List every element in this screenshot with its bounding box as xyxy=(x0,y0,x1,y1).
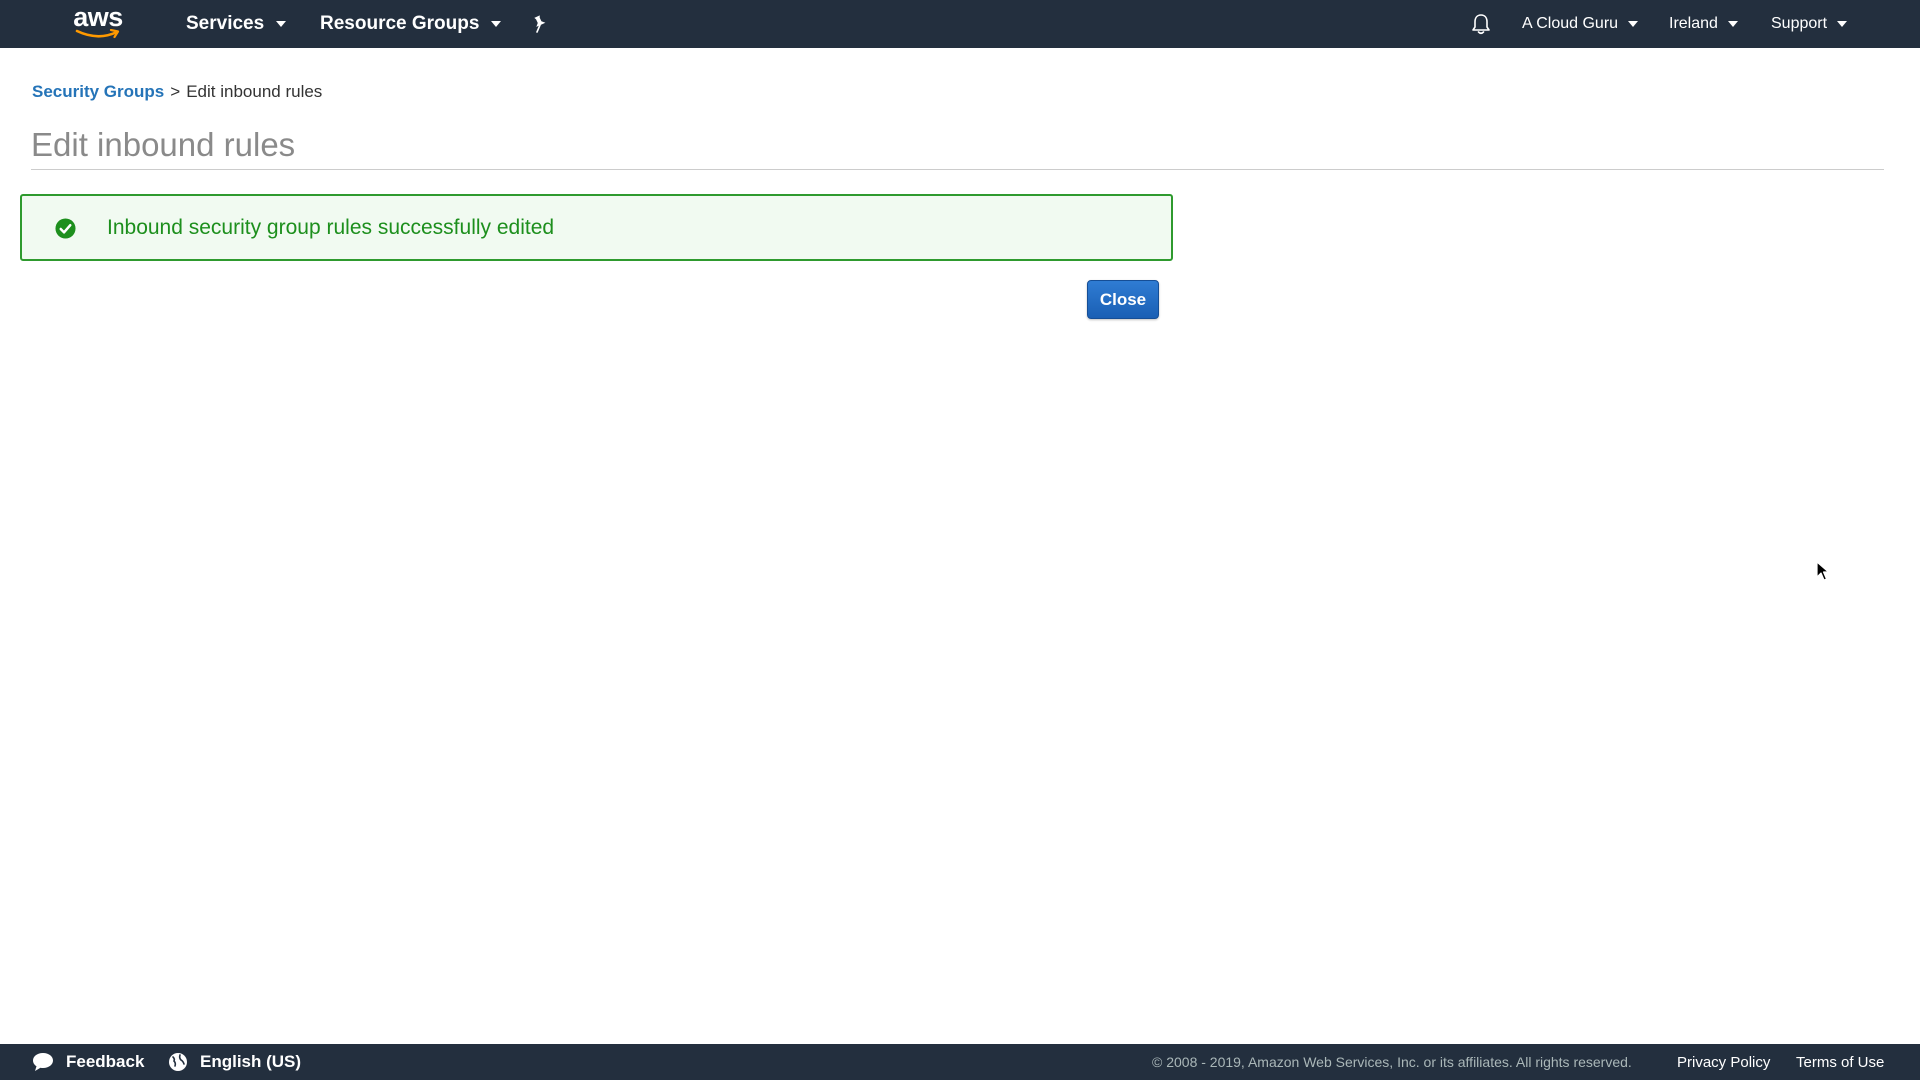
region-label: Ireland xyxy=(1669,15,1718,32)
alert-message: Inbound security group rules successfull… xyxy=(107,216,555,239)
breadcrumb: Security Groups > Edit inbound rules xyxy=(32,82,322,102)
account-label: A Cloud Guru xyxy=(1522,15,1619,32)
resource-groups-label: Resource Groups xyxy=(320,13,480,34)
globe-icon xyxy=(169,1053,187,1071)
feedback-button[interactable]: Feedback xyxy=(32,1044,144,1080)
privacy-policy-link[interactable]: Privacy Policy xyxy=(1677,1044,1770,1080)
region-menu[interactable]: Ireland xyxy=(1669,0,1738,48)
chevron-down-icon xyxy=(276,21,287,27)
top-navigation-bar: aws Services Resource Groups A Cloud Gur… xyxy=(0,0,1920,48)
aws-smile-icon xyxy=(75,29,120,39)
account-menu[interactable]: A Cloud Guru xyxy=(1522,0,1639,48)
services-menu[interactable]: Services xyxy=(186,0,287,48)
resource-groups-menu[interactable]: Resource Groups xyxy=(320,0,502,48)
pin-icon[interactable] xyxy=(530,0,550,48)
footer-bar: Feedback English (US) © 2008 - 2019, Ama… xyxy=(0,1044,1920,1080)
title-divider xyxy=(31,169,1884,170)
feedback-label: Feedback xyxy=(66,1052,145,1071)
speech-bubble-icon xyxy=(33,1053,53,1071)
chevron-down-icon xyxy=(1727,21,1738,27)
services-label: Services xyxy=(186,13,265,34)
chevron-down-icon xyxy=(1837,21,1848,27)
aws-logo-text: aws xyxy=(73,2,123,32)
copyright-text: © 2008 - 2019, Amazon Web Services, Inc.… xyxy=(1152,1054,1632,1070)
aws-logo[interactable]: aws xyxy=(72,2,124,43)
language-label: English (US) xyxy=(200,1052,302,1071)
close-button[interactable]: Close xyxy=(1087,280,1159,319)
breadcrumb-security-groups-link[interactable]: Security Groups xyxy=(32,82,164,102)
bell-icon[interactable] xyxy=(1470,0,1492,48)
breadcrumb-current: Edit inbound rules xyxy=(186,82,323,101)
check-circle-icon xyxy=(55,218,76,239)
language-selector[interactable]: English (US) xyxy=(168,1044,301,1080)
support-menu[interactable]: Support xyxy=(1771,0,1848,48)
chevron-down-icon xyxy=(491,21,502,27)
chevron-down-icon xyxy=(1628,21,1639,27)
success-alert: Inbound security group rules successfull… xyxy=(20,194,1173,261)
breadcrumb-separator: > xyxy=(170,82,181,101)
support-label: Support xyxy=(1771,15,1828,32)
terms-of-use-link[interactable]: Terms of Use xyxy=(1796,1044,1884,1080)
mouse-cursor-icon xyxy=(1816,561,1830,581)
page-title: Edit inbound rules xyxy=(31,126,296,163)
